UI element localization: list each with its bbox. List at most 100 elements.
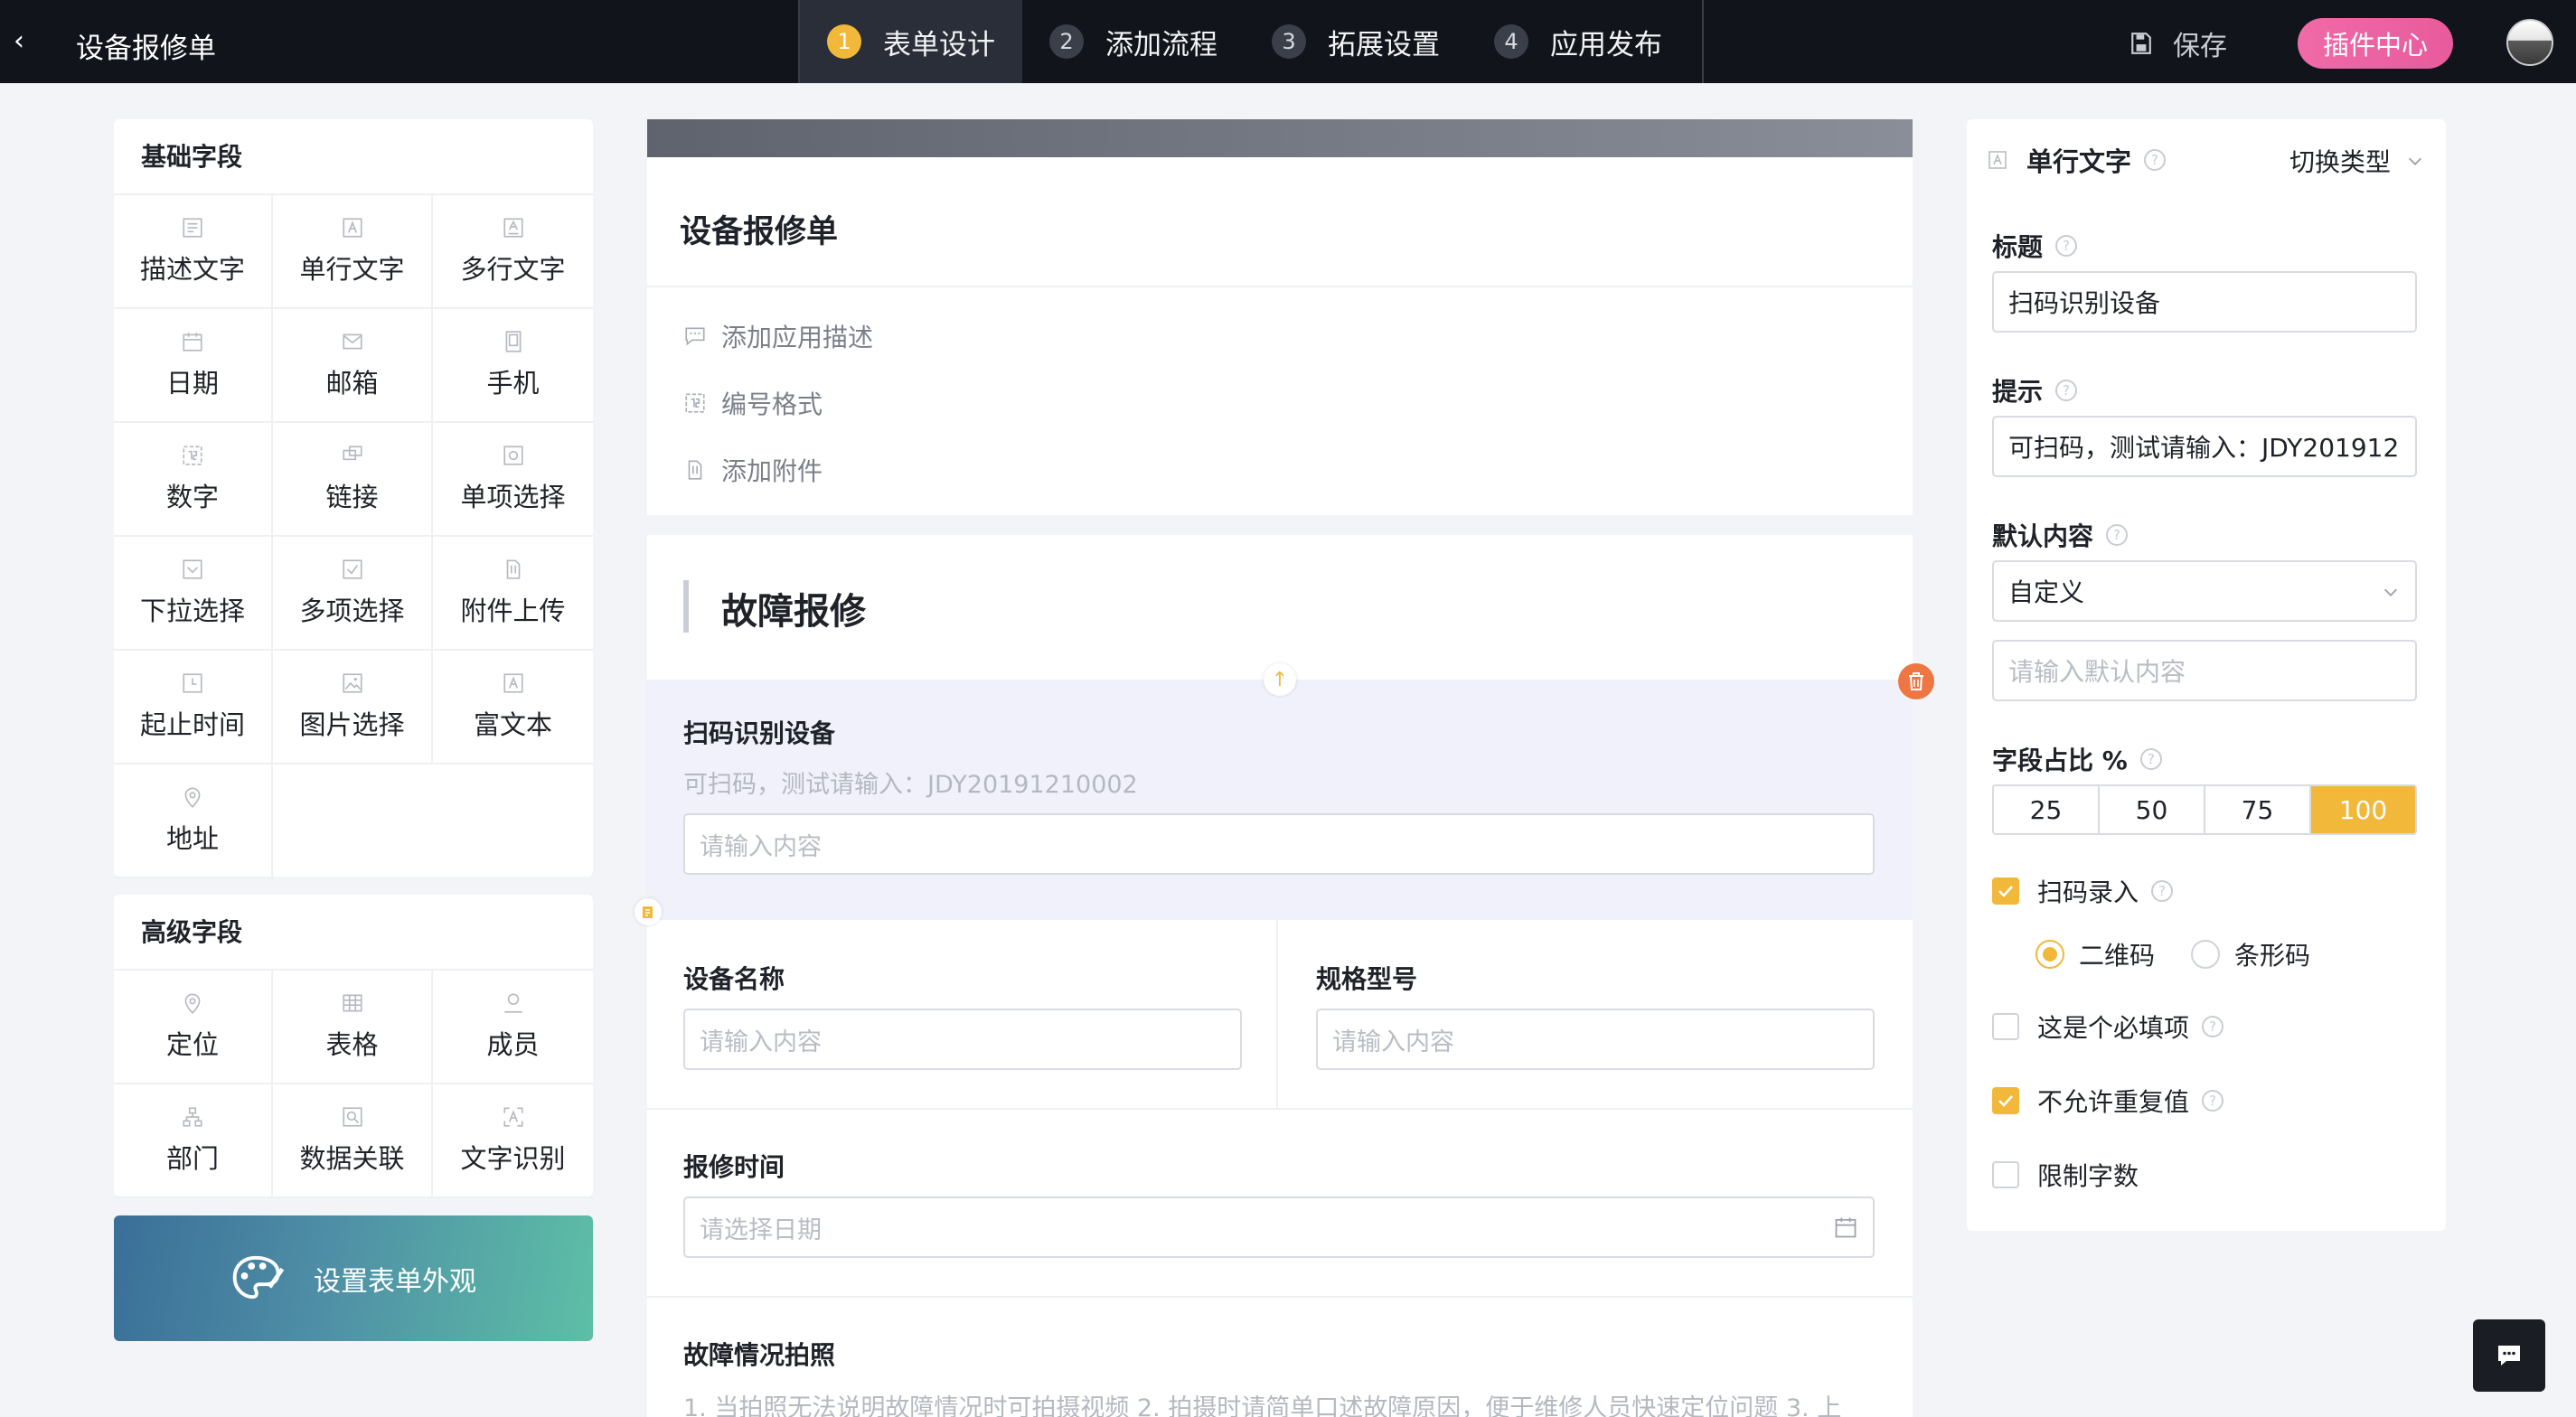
- step-number: 1: [827, 24, 861, 59]
- field-ocr[interactable]: 文字识别: [433, 1084, 593, 1198]
- field-label: 设备名称: [683, 964, 785, 994]
- move-up-icon[interactable]: ↑: [1264, 663, 1296, 696]
- add-attachment-link[interactable]: 添加附件: [683, 452, 823, 488]
- plugin-center-button[interactable]: 插件中心: [2298, 18, 2453, 69]
- field-label: 单行文字: [299, 254, 405, 285]
- field-label: 成员: [486, 1029, 540, 1060]
- switch-type-dropdown[interactable]: 切换类型: [2289, 143, 2425, 179]
- step-add-flow[interactable]: 2 添加流程: [1022, 0, 1245, 83]
- repair-date-input[interactable]: 请选择日期: [683, 1196, 1875, 1258]
- link-icon: [341, 444, 364, 467]
- checkbox-checked-icon: [1992, 1087, 2019, 1114]
- scan-device-input[interactable]: 请输入内容: [683, 813, 1875, 875]
- field-date[interactable]: 日期: [114, 309, 273, 423]
- org-chart-icon: [181, 1105, 204, 1129]
- field-department[interactable]: 部门: [114, 1084, 273, 1198]
- field-dropdown[interactable]: 下拉选择: [114, 537, 273, 651]
- radio-barcode[interactable]: [2191, 940, 2221, 969]
- step-label: 应用发布: [1550, 28, 1662, 61]
- field-member[interactable]: 成员: [433, 971, 593, 1084]
- field-number[interactable]: 数字: [114, 423, 273, 537]
- title-input[interactable]: 扫码识别设备: [1992, 271, 2417, 333]
- form-appearance-button[interactable]: 设置表单外观: [114, 1215, 593, 1341]
- step-extend-settings[interactable]: 3 拓展设置: [1245, 0, 1467, 83]
- field-date-range[interactable]: 起止时间: [114, 651, 273, 765]
- selected-field-scan-device[interactable]: 扫码识别设备 可扫码，测试请输入：JDY20191210002 请输入内容: [647, 680, 1913, 920]
- limit-length-checkbox[interactable]: 限制字数: [1992, 1157, 2139, 1193]
- field-location[interactable]: 定位: [114, 971, 273, 1084]
- radio-label: 条形码: [2234, 941, 2311, 971]
- default-content-select[interactable]: 自定义: [1992, 560, 2417, 622]
- location-pin-icon: [181, 991, 204, 1015]
- help-icon[interactable]: ?: [2139, 748, 2162, 770]
- field-data-link[interactable]: 数据关联: [273, 1084, 433, 1198]
- field-label: 日期: [165, 368, 219, 399]
- field-single-line[interactable]: 单行文字: [273, 195, 433, 309]
- ratio-option-100[interactable]: 100: [2311, 786, 2415, 833]
- checkbox-label: 这是个必填项: [2037, 1013, 2190, 1043]
- field-link[interactable]: 链接: [273, 423, 433, 537]
- field-hint: 可扫码，测试请输入：JDY20191210002: [683, 771, 1138, 799]
- field-table[interactable]: 表格: [273, 971, 433, 1084]
- step-publish[interactable]: 4 应用发布: [1467, 0, 1689, 83]
- help-icon[interactable]: ?: [2055, 380, 2078, 401]
- field-single-choice[interactable]: 单项选择: [433, 423, 593, 537]
- field-description-text[interactable]: 描述文字: [114, 195, 273, 309]
- link-label: 添加应用描述: [721, 323, 874, 352]
- text-lines-icon: [181, 216, 204, 239]
- radio-qr-code[interactable]: [2035, 940, 2064, 969]
- code-type-radios: 二维码 条形码: [2035, 936, 2310, 972]
- model-input[interactable]: 请输入内容: [1316, 1009, 1875, 1070]
- help-icon[interactable]: ?: [2106, 524, 2129, 546]
- help-icon[interactable]: ?: [2202, 1090, 2224, 1112]
- help-icon[interactable]: ?: [2144, 149, 2167, 171]
- field-multi-choice[interactable]: 多项选择: [273, 537, 433, 651]
- help-icon[interactable]: ?: [2151, 880, 2174, 902]
- date-placeholder: 请选择日期: [700, 1215, 822, 1244]
- field-phone[interactable]: 手机: [433, 309, 593, 423]
- form-title[interactable]: 设备报修单: [680, 206, 838, 252]
- field-label: 描述文字: [139, 254, 245, 285]
- divider: [647, 1108, 1913, 1110]
- step-form-design[interactable]: 1 表单设计: [800, 0, 1022, 83]
- avatar[interactable]: [2506, 19, 2553, 66]
- step-number: 3: [1272, 24, 1306, 59]
- field-label: 地址: [165, 823, 219, 854]
- chat-support-button[interactable]: [2473, 1319, 2545, 1392]
- field-email[interactable]: 邮箱: [273, 309, 433, 423]
- delete-trash-icon[interactable]: [1898, 663, 1934, 699]
- save-button[interactable]: 保存: [2129, 23, 2227, 63]
- field-image-choice[interactable]: 图片选择: [273, 651, 433, 765]
- top-bar: ‹ 设备报修单 1 表单设计 2 添加流程 3 拓展设置 4 应用发布 保存 插…: [0, 0, 2576, 83]
- help-icon[interactable]: ?: [2055, 235, 2078, 257]
- form-banner[interactable]: [647, 119, 1913, 157]
- device-name-input[interactable]: 请输入内容: [683, 1009, 1242, 1070]
- field-rich-text[interactable]: 富文本: [433, 651, 593, 765]
- scan-input-checkbox[interactable]: 扫码录入 ?: [1992, 873, 2174, 909]
- palette-icon: [232, 1255, 285, 1299]
- number-icon: [685, 393, 705, 413]
- hint-input[interactable]: 可扫码，测试请输入：JDY201912: [1992, 416, 2417, 477]
- field-multi-line[interactable]: 多行文字: [433, 195, 593, 309]
- default-content-input[interactable]: 请输入默认内容: [1992, 640, 2417, 701]
- checkbox-label: 扫码录入: [2037, 877, 2139, 907]
- field-label: 手机: [486, 368, 540, 399]
- field-attachment[interactable]: 附件上传: [433, 537, 593, 651]
- ocr-icon: [502, 1105, 525, 1129]
- number-format-link[interactable]: 编号格式: [683, 385, 823, 421]
- ratio-option-75[interactable]: 75: [2205, 786, 2311, 833]
- basic-fields-panel: 基础字段 描述文字 单行文字 多行文字 日期 邮箱 手机 数字 链接 单项选择 …: [114, 119, 593, 878]
- add-description-link[interactable]: 添加应用描述: [683, 318, 873, 354]
- copy-icon[interactable]: [635, 898, 662, 925]
- checkbox-label: 不允许重复值: [2037, 1087, 2190, 1117]
- field-type-header: 单行文字 ?: [1987, 141, 2167, 179]
- back-arrow-icon[interactable]: ‹: [5, 23, 33, 60]
- section-title[interactable]: 故障报修: [721, 582, 866, 634]
- chevron-down-icon: [2383, 588, 2398, 596]
- required-checkbox[interactable]: 这是个必填项 ?: [1992, 1009, 2224, 1045]
- no-duplicate-checkbox[interactable]: 不允许重复值 ?: [1992, 1083, 2224, 1119]
- ratio-option-25[interactable]: 25: [1994, 786, 2100, 833]
- ratio-option-50[interactable]: 50: [2100, 786, 2205, 833]
- help-icon[interactable]: ?: [2202, 1016, 2224, 1037]
- field-address[interactable]: 地址: [114, 765, 273, 878]
